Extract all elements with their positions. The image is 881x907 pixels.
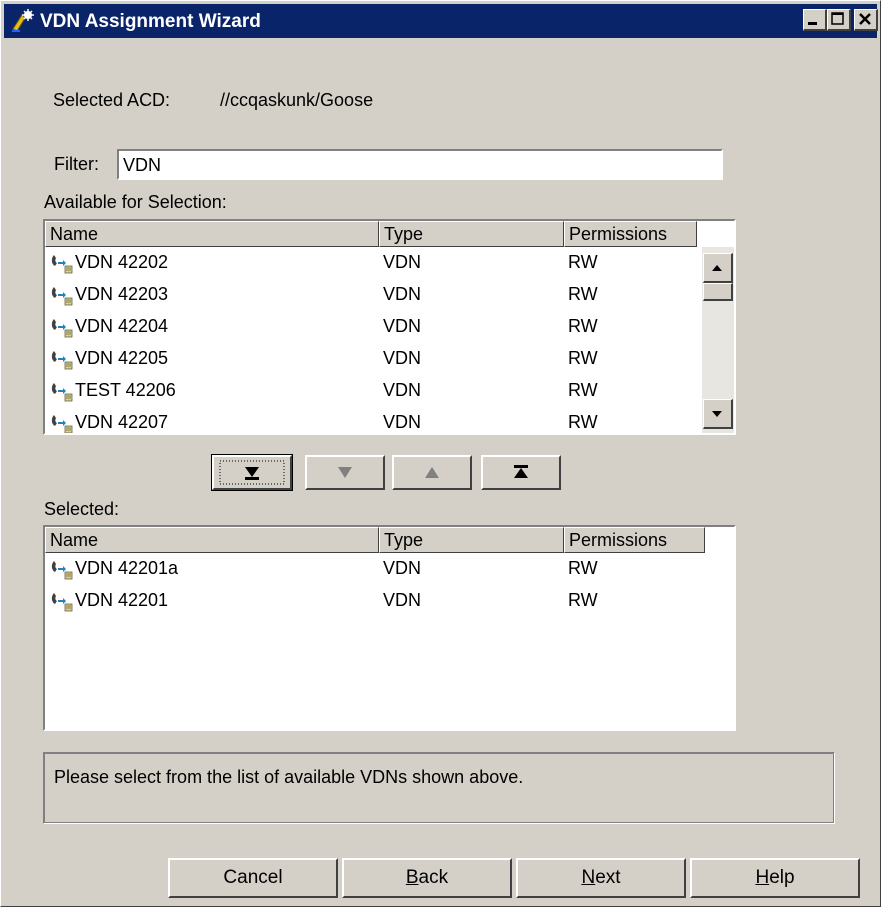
row-type: VDN: [383, 380, 422, 400]
available-list[interactable]: Name Type Permissions VDN 42202 VDN RW VDN …: [43, 219, 736, 435]
available-row[interactable]: VDN 42204 VDN RW: [45, 311, 700, 343]
vdn-icon: [51, 383, 73, 402]
selected-acd-label: Selected ACD:: [53, 90, 171, 110]
available-row[interactable]: VDN 42202 VDN RW: [45, 247, 700, 279]
scroll-thumb[interactable]: [703, 283, 733, 301]
row-name: VDN 42204: [75, 316, 169, 336]
row-permissions: RW: [568, 284, 598, 304]
row-permissions: RW: [568, 412, 598, 432]
selected-row[interactable]: VDN 42201a VDN RW: [45, 553, 705, 585]
move-up-button[interactable]: [392, 455, 472, 490]
available-row[interactable]: VDN 42205 VDN RW: [45, 343, 700, 375]
available-col-name[interactable]: Name: [45, 221, 379, 247]
row-permissions: RW: [568, 558, 598, 578]
arrow-up-icon: [712, 265, 722, 271]
status-message: Please select from the list of available…: [54, 767, 524, 787]
row-name: VDN 42201: [75, 590, 169, 610]
vdn-icon: [51, 561, 73, 580]
back-button-label: Back: [405, 867, 449, 888]
available-row[interactable]: VDN 42207 VDN RW: [45, 407, 700, 433]
move-down-icon: [338, 467, 352, 478]
row-name: VDN 42205: [75, 348, 169, 368]
move-all-down-button[interactable]: [211, 454, 293, 491]
row-type: VDN: [383, 558, 422, 578]
help-button[interactable]: Help: [690, 858, 860, 898]
status-message-box: Please select from the list of available…: [43, 752, 835, 824]
row-permissions: RW: [568, 252, 598, 272]
arrow-down-icon: [712, 411, 722, 417]
wizard-window: VDN Assignment Wizard Selected ACD: //cc…: [0, 0, 881, 907]
row-name: VDN 42202: [75, 252, 169, 272]
row-type: VDN: [383, 590, 422, 610]
next-button[interactable]: Next: [516, 858, 686, 898]
selected-col-permissions[interactable]: Permissions: [564, 527, 705, 553]
close-icon: [859, 13, 871, 25]
available-col-permissions[interactable]: Permissions: [564, 221, 697, 247]
window-title: VDN Assignment Wizard: [40, 11, 261, 32]
move-up-icon: [425, 467, 439, 478]
selected-col-type[interactable]: Type: [379, 527, 564, 553]
row-name: TEST 42206: [75, 380, 176, 400]
row-permissions: RW: [568, 380, 598, 400]
vdn-icon: [51, 255, 73, 274]
available-row[interactable]: VDN 42203 VDN RW: [45, 279, 700, 311]
title-bar[interactable]: VDN Assignment Wizard: [4, 4, 878, 38]
selected-acd-value: //ccqaskunk/Goose: [220, 90, 374, 110]
scroll-up-button[interactable]: [703, 253, 733, 283]
available-col-type[interactable]: Type: [379, 221, 564, 247]
vdn-icon: [51, 415, 73, 433]
row-permissions: RW: [568, 590, 598, 610]
available-scrollbar[interactable]: [702, 247, 734, 433]
vdn-icon: [51, 287, 73, 306]
selected-list[interactable]: Name Type Permissions VDN 42201a VDN RW VDN…: [43, 525, 736, 731]
row-type: VDN: [383, 252, 422, 272]
vdn-icon: [51, 351, 73, 370]
move-down-button[interactable]: [305, 455, 385, 490]
minimize-icon: [808, 22, 817, 25]
row-name: VDN 42203: [75, 284, 169, 304]
wizard-app-icon: [12, 9, 34, 32]
row-type: VDN: [383, 316, 422, 336]
selected-label: Selected:: [44, 499, 120, 519]
minimize-button[interactable]: [803, 9, 827, 31]
row-type: VDN: [383, 412, 422, 432]
row-permissions: RW: [568, 316, 598, 336]
close-button[interactable]: [854, 9, 878, 31]
move-all-down-icon: [219, 460, 285, 485]
help-button-label: Help: [755, 867, 795, 888]
row-name: VDN 42207: [75, 412, 169, 432]
back-button[interactable]: Back: [342, 858, 512, 898]
available-row[interactable]: TEST 42206 VDN RW: [45, 375, 700, 407]
row-type: VDN: [383, 348, 422, 368]
maximize-button[interactable]: [827, 9, 851, 31]
move-all-up-icon: [514, 465, 528, 478]
row-type: VDN: [383, 284, 422, 304]
selected-row[interactable]: VDN 42201 VDN RW: [45, 585, 705, 617]
filter-label: Filter:: [54, 154, 99, 174]
vdn-icon: [51, 319, 73, 338]
move-all-up-button[interactable]: [481, 455, 561, 490]
filter-input[interactable]: VDN: [117, 149, 723, 180]
vdn-icon: [51, 593, 73, 612]
row-name: VDN 42201a: [75, 558, 179, 578]
scroll-down-button[interactable]: [703, 399, 733, 429]
available-label: Available for Selection:: [44, 192, 227, 212]
cancel-button[interactable]: Cancel: [168, 858, 338, 898]
selected-col-name[interactable]: Name: [45, 527, 379, 553]
maximize-icon: [831, 12, 844, 25]
row-permissions: RW: [568, 348, 598, 368]
next-button-label: Next: [581, 867, 621, 888]
